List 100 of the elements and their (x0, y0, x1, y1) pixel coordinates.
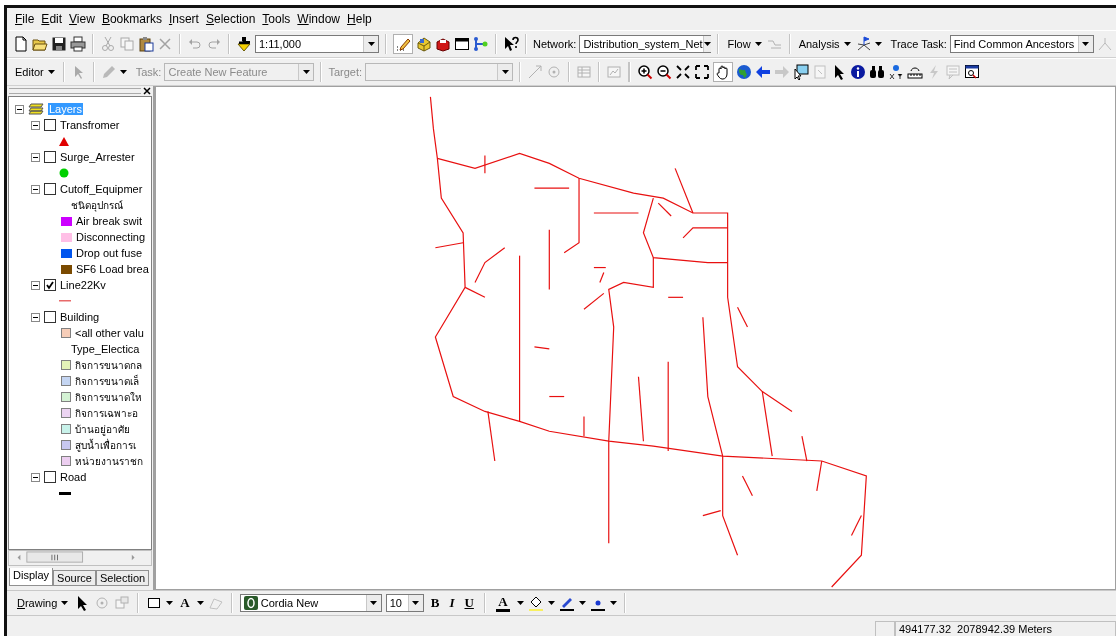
legend-label: SF6 Load brea (76, 263, 149, 275)
layer-name[interactable]: Line22Kv (60, 279, 106, 291)
layer-name[interactable]: Transfromer (60, 119, 120, 131)
network-dropdown[interactable]: Distribution_system_Net (579, 35, 712, 53)
fill-color-icon[interactable] (527, 595, 544, 611)
layer-checkbox[interactable] (44, 151, 56, 163)
editor-toolbar-icon[interactable] (395, 36, 411, 52)
panel-tab[interactable]: Display (9, 568, 54, 586)
open-folder-icon[interactable] (32, 36, 48, 52)
layer-name[interactable]: Cutoff_Equipmer (60, 183, 143, 195)
identify-icon[interactable] (850, 64, 867, 80)
layer-checkbox[interactable] (44, 183, 56, 195)
viewer-window-icon[interactable] (964, 64, 981, 80)
caret-icon (47, 70, 55, 74)
layer-checkbox[interactable] (44, 119, 56, 131)
layer-checkbox[interactable] (44, 471, 56, 483)
go-to-xy-icon[interactable] (888, 64, 905, 80)
caret-icon (302, 70, 310, 74)
drawing-menu-button[interactable]: Drawing (15, 596, 71, 610)
network-nodes-icon[interactable] (473, 36, 489, 52)
analysis-menu-button[interactable]: Analysis (796, 37, 853, 51)
trace-task-label: Trace Task: (890, 38, 947, 50)
menu-item[interactable]: View (69, 11, 95, 27)
menu-item[interactable]: Edit (41, 11, 63, 27)
legend-label: กิจการขนาดให (75, 390, 142, 405)
caret-icon (367, 42, 375, 46)
rectangle-icon[interactable] (146, 595, 163, 611)
close-icon[interactable] (143, 87, 151, 95)
collapse-icon[interactable] (15, 104, 24, 114)
new-text-button[interactable]: A (177, 595, 193, 611)
fixed-zoom-in-icon[interactable] (675, 64, 692, 80)
layer-checkbox[interactable] (44, 311, 56, 323)
line-color-icon[interactable] (558, 595, 575, 611)
tool-case-icon[interactable] (435, 36, 451, 52)
task-label: Task: (135, 66, 162, 78)
legend-label: กิจการขนาดเล็ (75, 373, 139, 389)
menu-item[interactable]: Help (347, 11, 372, 27)
save-icon[interactable] (51, 36, 67, 52)
font-size-dropdown[interactable]: 10 (385, 594, 424, 612)
collapse-icon[interactable] (31, 280, 40, 290)
target-label: Target: (328, 66, 363, 78)
network-label: Network: (533, 38, 577, 50)
binoculars-icon[interactable] (869, 64, 886, 80)
scale-dropdown[interactable]: 1:11,000 (255, 35, 379, 53)
caret-icon (754, 42, 762, 46)
menu-item[interactable]: Insert (168, 11, 199, 27)
flag-icon[interactable] (855, 36, 872, 52)
window-icon[interactable] (454, 36, 470, 52)
caret-icon (874, 42, 882, 46)
panel-tab[interactable]: Selection (95, 570, 150, 586)
caret-icon (843, 42, 851, 46)
bold-button[interactable]: B (427, 595, 443, 611)
collapse-icon[interactable] (31, 120, 40, 130)
menu-item[interactable]: Selection (205, 11, 256, 27)
add-data-icon[interactable] (236, 36, 252, 52)
zoom-in-icon[interactable] (637, 64, 654, 80)
legend-label: หน่วยงานราชก (75, 454, 143, 469)
menu-item[interactable]: Window (297, 11, 341, 27)
paste-icon[interactable] (138, 36, 154, 52)
font-dropdown[interactable]: Cordia New (239, 594, 382, 612)
caret-icon (1082, 42, 1090, 46)
whats-this-icon[interactable] (503, 36, 519, 52)
coordinates-readout: 494177.32 2078942.39 Meters (895, 621, 1116, 636)
zoom-out-icon[interactable] (656, 64, 673, 80)
layer-checkbox[interactable] (44, 279, 56, 291)
collapse-icon[interactable] (31, 152, 40, 162)
caret-icon (516, 601, 524, 605)
caret-icon (501, 70, 509, 74)
legend-label: Disconnecting (76, 231, 146, 243)
font-color-button[interactable]: A (492, 594, 513, 612)
select-features-icon[interactable] (793, 64, 810, 80)
italic-button[interactable]: I (446, 595, 458, 611)
layer-name[interactable]: Surge_Arrester (60, 151, 135, 163)
caret-icon (609, 601, 617, 605)
caret-icon (61, 601, 69, 605)
fixed-zoom-out-icon[interactable] (694, 64, 711, 80)
menu-item[interactable]: Tools (262, 11, 291, 27)
print-icon[interactable] (70, 36, 86, 52)
trace-task-dropdown[interactable]: Find Common Ancestors (949, 35, 1094, 53)
legend-label: Drop out fuse (76, 247, 143, 259)
globe-icon[interactable] (736, 64, 753, 80)
back-arrow-icon[interactable] (755, 64, 772, 80)
underline-button[interactable]: U (461, 595, 477, 611)
caret-icon (412, 601, 420, 605)
menu-item[interactable]: File (15, 11, 35, 27)
layer-name[interactable]: Road (60, 471, 87, 483)
layer-name[interactable]: Building (60, 311, 100, 323)
menu-item[interactable]: Bookmarks (101, 11, 162, 27)
collapse-icon[interactable] (31, 184, 40, 194)
caret-icon (547, 601, 555, 605)
legend-heading: Type_Electica (71, 343, 140, 355)
measure-icon[interactable] (907, 64, 924, 80)
legend-heading: ชนิดอุปกรณ์ (71, 198, 123, 213)
new-document-icon[interactable] (13, 36, 29, 52)
collapse-icon[interactable] (31, 472, 40, 482)
toolbox-icon[interactable] (416, 36, 432, 52)
panel-tab[interactable]: Source (53, 570, 96, 586)
flow-menu-button[interactable]: Flow (725, 37, 764, 51)
collapse-icon[interactable] (31, 312, 40, 322)
horizontal-scrollbar[interactable] (8, 550, 152, 566)
